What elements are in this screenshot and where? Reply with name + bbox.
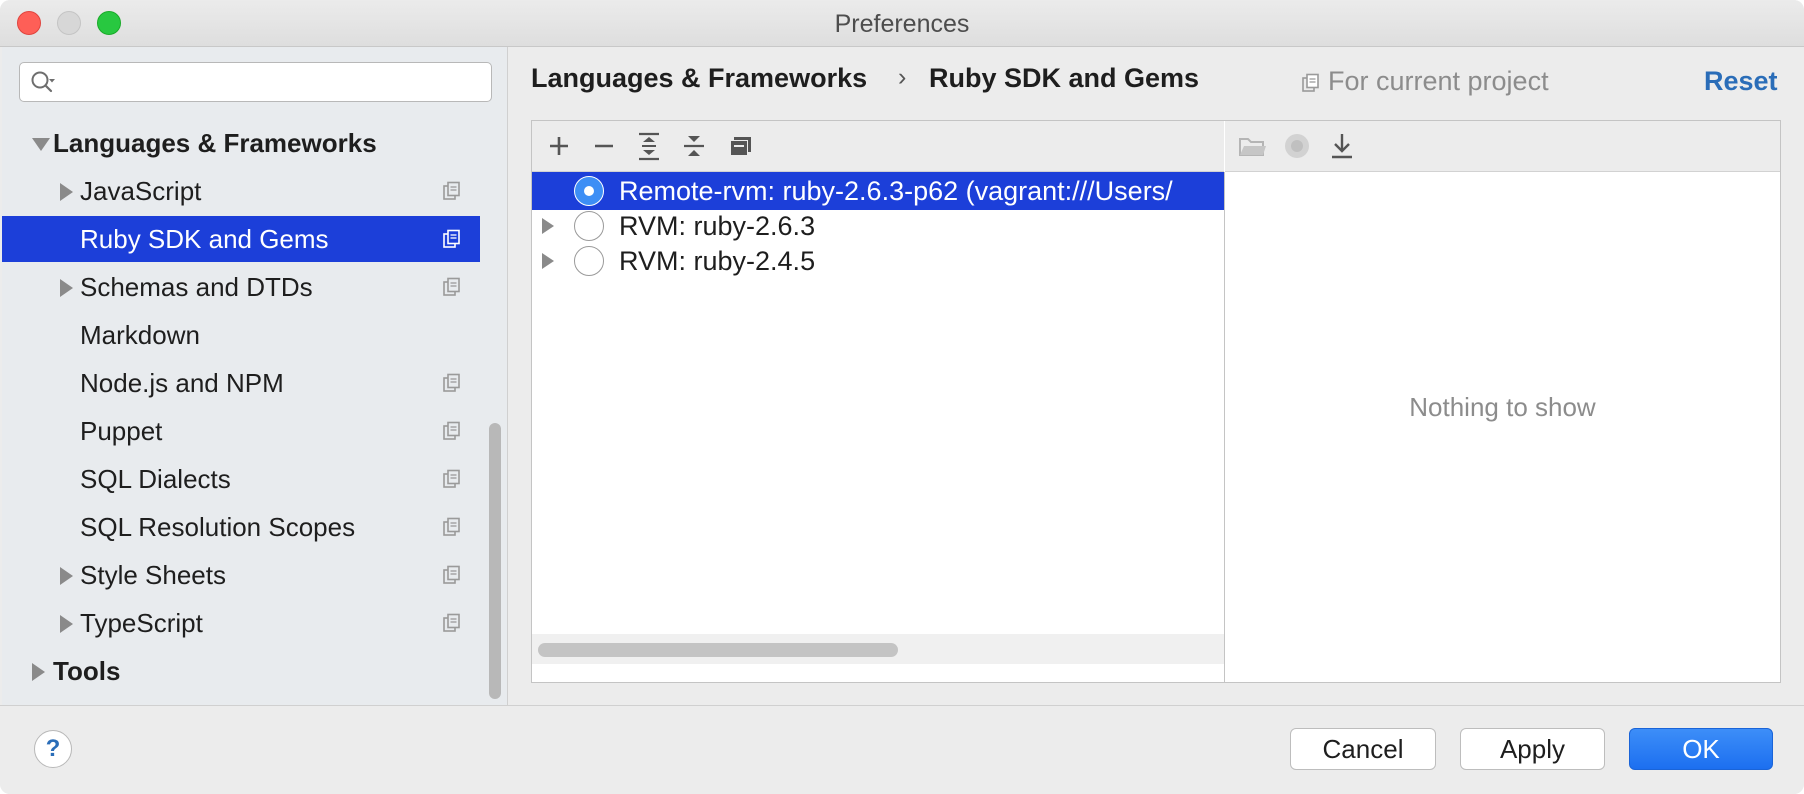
project-scope-icon xyxy=(443,181,460,200)
gem-toolbar xyxy=(1225,121,1780,172)
breadcrumb-separator: › xyxy=(898,63,907,91)
sidebar-item-label: Markdown xyxy=(80,320,200,350)
sdk-list-item[interactable]: RVM: ruby-2.4.5 xyxy=(532,242,1224,280)
sdk-label: Remote-rvm: ruby-2.6.3-p62 (vagrant:///U… xyxy=(619,176,1173,206)
circle-icon[interactable] xyxy=(1280,130,1314,162)
apply-button[interactable]: Apply xyxy=(1460,728,1605,770)
sidebar-item-tools[interactable]: Tools xyxy=(2,648,480,694)
sidebar-item-label: Ruby SDK and Gems xyxy=(80,224,329,254)
project-scope-icon xyxy=(443,613,460,632)
project-scope-icon xyxy=(443,517,460,536)
sdk-radio-button[interactable] xyxy=(574,246,604,276)
sdk-label: RVM: ruby-2.6.3 xyxy=(619,211,816,241)
breadcrumb-parent[interactable]: Languages & Frameworks xyxy=(531,63,867,94)
sidebar-item-label: Node.js and NPM xyxy=(80,368,284,398)
project-scope-icon xyxy=(443,373,460,392)
sdk-list-scrollbar-thumb[interactable] xyxy=(538,643,898,657)
sidebar-item-typescript[interactable]: TypeScript xyxy=(2,600,480,646)
sdk-radio-button[interactable] xyxy=(574,211,604,241)
sidebar-item-label: Style Sheets xyxy=(80,560,226,590)
search-icon[interactable] xyxy=(30,70,56,94)
sdk-radio-button[interactable] xyxy=(574,176,604,206)
sidebar-item-sql-resolution-scopes[interactable]: SQL Resolution Scopes xyxy=(2,504,480,550)
settings-search-input[interactable] xyxy=(19,62,492,102)
collapsed-triangle-icon[interactable] xyxy=(542,253,554,269)
sidebar-item-markdown[interactable]: Markdown xyxy=(2,312,480,358)
settings-sidebar: Languages & Frameworks JavaScript Ruby SDK… xyxy=(2,47,508,705)
collapsed-triangle-icon[interactable] xyxy=(542,218,554,234)
sidebar-item-label: SQL Resolution Scopes xyxy=(80,512,356,542)
collapsed-triangle-icon[interactable] xyxy=(60,279,73,297)
sdk-list-horizontal-scrollbar[interactable] xyxy=(532,634,1224,664)
scope-label: For current project xyxy=(1328,66,1549,96)
sidebar-item-label: Schemas and DTDs xyxy=(80,272,313,302)
download-icon[interactable] xyxy=(1325,130,1359,162)
sdk-list-item[interactable]: RVM: ruby-2.6.3 xyxy=(532,207,1224,245)
add-icon[interactable] xyxy=(542,130,576,162)
sidebar-item-node-js-and-npm[interactable]: Node.js and NPM xyxy=(2,360,480,406)
project-scope-icon xyxy=(443,421,460,440)
sidebar-item-label: TypeScript xyxy=(80,608,203,638)
project-scope-icon xyxy=(443,469,460,488)
dialog-footer: ? Cancel Apply OK xyxy=(0,705,1804,794)
reset-link[interactable]: Reset xyxy=(1704,66,1778,97)
cancel-button[interactable]: Cancel xyxy=(1290,728,1436,770)
collapsed-triangle-icon[interactable] xyxy=(60,183,73,201)
open-folder-icon[interactable] xyxy=(1235,130,1269,162)
sidebar-item-javascript[interactable]: JavaScript xyxy=(2,168,480,214)
sidebar-item-languages-frameworks[interactable]: Languages & Frameworks xyxy=(2,120,480,166)
sdk-panel: RVM: ruby-2.4.5 RVM: ruby-2.6.3 Remote-rvm… xyxy=(531,120,1781,683)
sidebar-scrollbar-thumb[interactable] xyxy=(489,423,501,699)
sidebar-item-label: Puppet xyxy=(80,416,163,446)
collapsed-triangle-icon[interactable] xyxy=(60,615,73,633)
project-scope-icon xyxy=(443,229,460,248)
title-bar: Preferences xyxy=(0,0,1804,47)
collapsed-triangle-icon[interactable] xyxy=(60,567,73,585)
collapsed-triangle-icon[interactable] xyxy=(32,663,45,681)
sidebar-item-ruby-sdk-and-gems[interactable]: Ruby SDK and Gems xyxy=(2,216,480,262)
copy-icon[interactable] xyxy=(722,130,756,162)
ok-button[interactable]: OK xyxy=(1629,728,1773,770)
sidebar-item-label: JavaScript xyxy=(80,176,202,206)
sdk-label: RVM: ruby-2.4.5 xyxy=(619,246,816,276)
sdk-list-item[interactable]: Remote-rvm: ruby-2.6.3-p62 (vagrant:///U… xyxy=(532,172,1224,210)
sidebar-item-sql-dialects[interactable]: SQL Dialects xyxy=(2,456,480,502)
expanded-triangle-icon[interactable] xyxy=(32,138,50,151)
sidebar-item-label: SQL Dialects xyxy=(80,464,231,494)
sdk-list[interactable]: RVM: ruby-2.4.5 RVM: ruby-2.6.3 Remote-rvm… xyxy=(532,172,1225,682)
sidebar-item-style-sheets[interactable]: Style Sheets xyxy=(2,552,480,598)
sidebar-item-puppet[interactable]: Puppet xyxy=(2,408,480,454)
project-scope-icon xyxy=(443,277,460,296)
sidebar-item-label: Tools xyxy=(53,656,121,686)
remove-icon[interactable] xyxy=(587,130,621,162)
gem-panel: Nothing to show xyxy=(1225,172,1780,682)
expand-all-icon[interactable] xyxy=(632,130,666,162)
breadcrumb-current: Ruby SDK and Gems xyxy=(929,63,1200,93)
preferences-window: Preferences Languages & Frameworks JavaSc… xyxy=(0,0,1804,794)
sidebar-item-schemas-and-dtds[interactable]: Schemas and DTDs xyxy=(2,264,480,310)
window-title: Preferences xyxy=(834,10,970,38)
collapse-all-icon[interactable] xyxy=(677,130,711,162)
project-scope-icon xyxy=(443,565,460,584)
help-button[interactable]: ? xyxy=(34,730,72,768)
empty-state-text: Nothing to show xyxy=(1409,392,1596,422)
sidebar-item-label: Languages & Frameworks xyxy=(53,128,377,158)
sdk-toolbar xyxy=(532,121,1224,172)
